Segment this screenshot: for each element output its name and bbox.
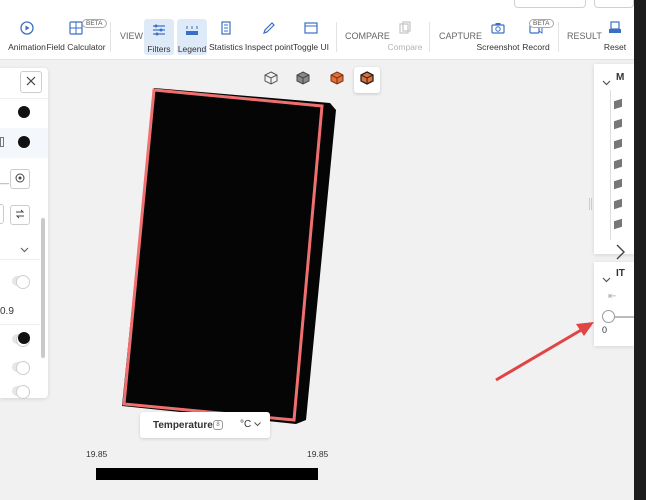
annotation-arrow-line bbox=[495, 324, 589, 382]
chevron-down-icon[interactable] bbox=[602, 270, 611, 288]
chevron-down-icon bbox=[254, 422, 261, 427]
cube-icon[interactable] bbox=[614, 198, 622, 210]
chevron-down-icon[interactable] bbox=[602, 73, 611, 91]
cube-icon[interactable] bbox=[614, 118, 622, 130]
panel-title: IT bbox=[616, 268, 625, 279]
legend-header: Temperature 8 °C bbox=[140, 412, 270, 438]
cube-icon[interactable] bbox=[614, 138, 622, 150]
cube-icon[interactable] bbox=[614, 158, 622, 170]
legend-min-value: 19.85 bbox=[86, 449, 108, 459]
resize-handle[interactable] bbox=[589, 198, 592, 210]
annotation-arrow-head bbox=[576, 322, 594, 336]
right-panel-bottom: IT ⇤ bbox=[594, 262, 634, 346]
model-body bbox=[122, 88, 336, 424]
cube-icon[interactable] bbox=[614, 218, 622, 230]
panel-title: M bbox=[616, 72, 625, 83]
cube-icon[interactable] bbox=[614, 178, 622, 190]
unit-dropdown[interactable]: °C bbox=[240, 419, 261, 430]
unit-label: °C bbox=[240, 419, 252, 430]
cube-icon[interactable] bbox=[614, 98, 622, 110]
skip-start-icon[interactable]: ⇤ bbox=[608, 291, 616, 302]
iteration-slider-track[interactable] bbox=[612, 316, 634, 318]
iteration-slider-knob[interactable] bbox=[602, 310, 615, 323]
iteration-slider-value: 0 bbox=[602, 325, 608, 335]
legend-colorbar bbox=[96, 468, 318, 480]
right-panel-top: M bbox=[594, 64, 634, 260]
window-edge bbox=[634, 0, 646, 500]
legend-max-value: 19.85 bbox=[307, 449, 329, 459]
tree-line bbox=[610, 90, 611, 240]
model-3d-view[interactable] bbox=[0, 0, 646, 500]
info-icon[interactable]: 8 bbox=[213, 420, 223, 430]
legend-title: Temperature bbox=[153, 420, 213, 431]
